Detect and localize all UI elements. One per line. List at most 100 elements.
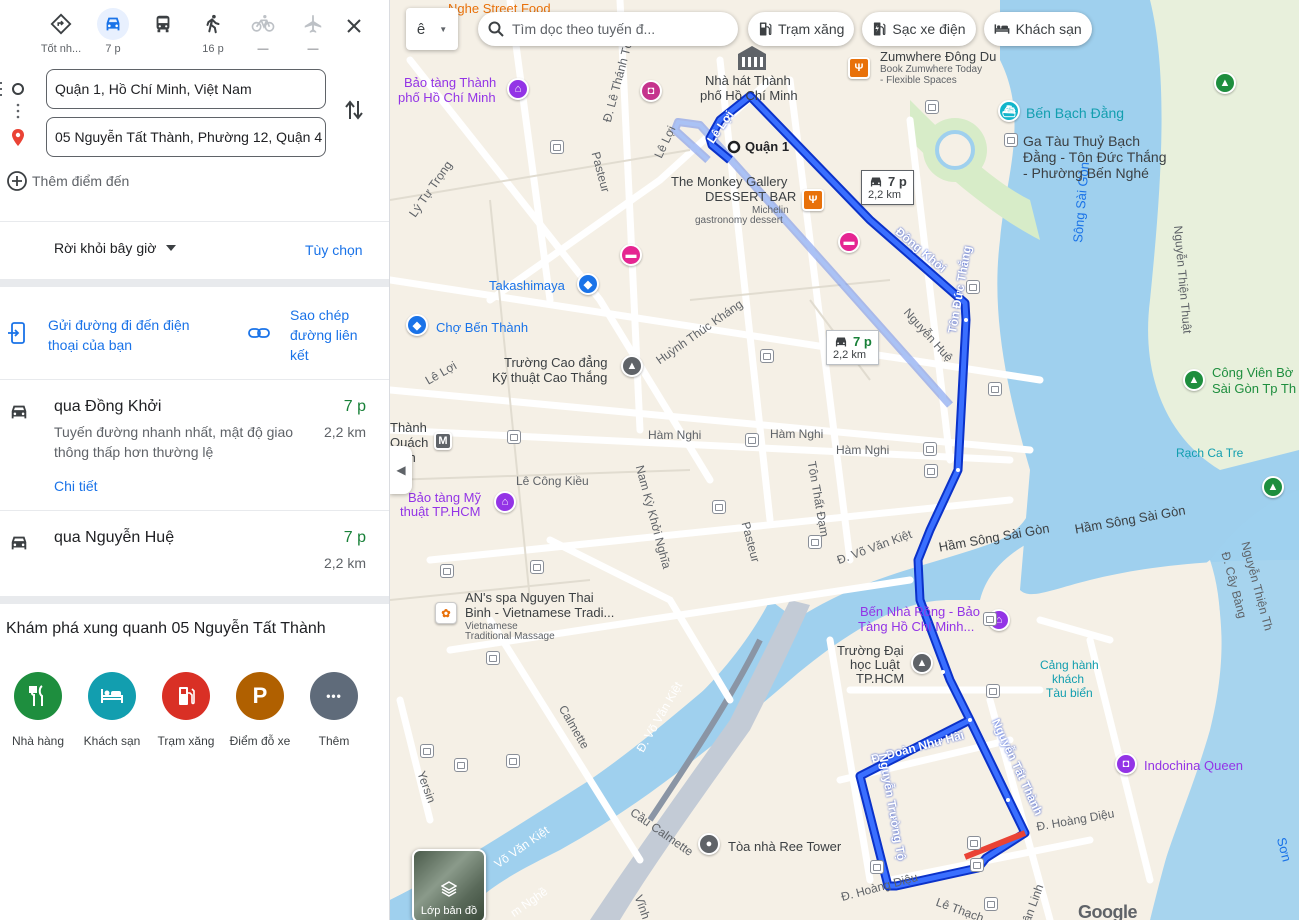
- building-icon[interactable]: ●: [698, 833, 720, 855]
- collapse-panel-button[interactable]: ◀: [390, 446, 412, 494]
- mode-transit[interactable]: [138, 8, 188, 43]
- bus-stop-icon[interactable]: [486, 651, 500, 665]
- bus-stop-icon[interactable]: [550, 140, 564, 154]
- bus-stop-icon[interactable]: [808, 535, 822, 549]
- metro-icon[interactable]: M: [434, 432, 452, 450]
- bus-stop-icon[interactable]: [454, 758, 468, 772]
- hotel-icon[interactable]: ▬: [838, 231, 860, 253]
- bus-stop-icon[interactable]: [966, 280, 980, 294]
- restaurant-icon[interactable]: Ψ: [848, 57, 870, 79]
- depart-time-dropdown[interactable]: Rời khỏi bây giờ: [54, 240, 177, 256]
- museum-icon[interactable]: ⌂: [494, 491, 516, 513]
- bus-stop-icon[interactable]: [924, 464, 938, 478]
- divider: [0, 221, 389, 222]
- park-icon[interactable]: ▲: [1183, 369, 1205, 391]
- category-label: Khách sạn: [83, 734, 141, 748]
- poi-sub-label: - Flexible Spaces: [880, 75, 957, 86]
- school-icon[interactable]: ▲: [911, 652, 933, 674]
- poi-label: Bến Bạch Đằng: [1026, 105, 1125, 121]
- route-distance: 2,2 km: [323, 555, 366, 571]
- origin-field[interactable]: Quận 1, Hồ Chí Minh, Việt Nam: [46, 69, 326, 109]
- bus-stop-icon[interactable]: [970, 858, 984, 872]
- shopping-icon[interactable]: ◆: [577, 273, 599, 295]
- category-restaurant[interactable]: Nhà hàng: [1, 672, 75, 748]
- bus-stop-icon[interactable]: [986, 684, 1000, 698]
- origin-label: Quận 1: [745, 139, 790, 154]
- chevron-down-icon: [166, 245, 177, 251]
- callout-distance: 2,2 km: [833, 349, 867, 361]
- spa-thumbnail-icon[interactable]: ✿: [435, 602, 457, 624]
- category-hotel[interactable]: Khách sạn: [75, 672, 149, 748]
- photo-spot-icon[interactable]: ◘: [1115, 753, 1137, 775]
- park-icon[interactable]: ▲: [1262, 476, 1284, 498]
- bus-stop-icon[interactable]: [923, 442, 937, 456]
- restaurant-icon[interactable]: Ψ: [802, 189, 824, 211]
- bus-stop-icon[interactable]: [988, 382, 1002, 396]
- options-link[interactable]: Tùy chọn: [305, 242, 363, 258]
- mode-drive[interactable]: 7 p: [88, 8, 138, 55]
- layers-button[interactable]: Lớp bản đồ: [412, 849, 486, 920]
- mode-flight[interactable]: —: [288, 8, 338, 55]
- poi-sub-label: Book Zumwhere Today: [880, 64, 983, 75]
- route-option-nguyen-hue[interactable]: qua Nguyễn Huệ 7 p 2,2 km: [0, 529, 389, 589]
- map-search-chips: Tìm dọc theo tuyến đ... Trạm xăng Sạc xe…: [478, 12, 1100, 46]
- poi-label: Bảo tàng Thành: [404, 75, 497, 90]
- add-destination-button[interactable]: Thêm điểm đến: [6, 171, 129, 191]
- language-toggle-button[interactable]: ê ▼: [406, 8, 458, 50]
- swap-button[interactable]: [342, 98, 366, 122]
- bicycle-icon: [247, 8, 279, 40]
- bus-stop-icon[interactable]: [745, 433, 759, 447]
- bus-stop-icon[interactable]: [712, 500, 726, 514]
- bus-stop-icon[interactable]: [440, 564, 454, 578]
- drag-handle-icon[interactable]: [0, 82, 4, 96]
- poi-label: Trường Cao đẳng: [504, 355, 608, 370]
- bus-stop-icon[interactable]: [1004, 133, 1018, 147]
- park-icon[interactable]: ▲: [1214, 72, 1236, 94]
- bus-stop-icon[interactable]: [925, 100, 939, 114]
- mode-best[interactable]: Tốt nh...: [36, 8, 86, 55]
- route-time-callout[interactable]: 7 p 2,2 km: [861, 170, 914, 205]
- route-details-link[interactable]: Chi tiết: [54, 478, 98, 494]
- best-route-icon: [45, 8, 77, 40]
- bus-stop-icon[interactable]: [530, 560, 544, 574]
- category-parking[interactable]: P Điểm đỗ xe: [223, 672, 297, 748]
- destination-field[interactable]: 05 Nguyễn Tất Thành, Phường 12, Quận 4: [46, 117, 326, 157]
- map-canvas[interactable]: Đồng Khởi Tôn Đức Thắng Nguyễn Huệ Huỳnh…: [390, 0, 1299, 920]
- bus-stop-icon[interactable]: [870, 860, 884, 874]
- mode-walk[interactable]: 16 p: [188, 8, 238, 55]
- bus-stop-icon[interactable]: [507, 430, 521, 444]
- car-icon: [870, 177, 882, 186]
- opera-house-icon[interactable]: [734, 42, 770, 72]
- bus-stop-icon[interactable]: [983, 612, 997, 626]
- route-option-dong-khoi[interactable]: qua Đồng Khởi 7 p 2,2 km Tuyến đường nha…: [0, 398, 389, 508]
- gas-station-icon: [759, 22, 772, 36]
- museum-icon[interactable]: ⌂: [507, 78, 529, 100]
- callout-time: 7 p: [888, 174, 907, 189]
- car-icon: [11, 405, 27, 419]
- bus-stop-icon[interactable]: [506, 754, 520, 768]
- route-time-callout[interactable]: 7 p 2,2 km: [826, 330, 879, 365]
- bus-stop-icon[interactable]: [984, 897, 998, 911]
- route-time: 7 p: [343, 398, 366, 415]
- category-gas[interactable]: Trạm xăng: [149, 672, 223, 748]
- send-to-phone-icon: [8, 322, 25, 344]
- copy-link-button[interactable]: Sao chép đường liên kết: [248, 305, 378, 365]
- bus-stop-icon[interactable]: [760, 349, 774, 363]
- search-along-route-input[interactable]: Tìm dọc theo tuyến đ...: [478, 12, 738, 46]
- bus-stop-icon[interactable]: [967, 836, 981, 850]
- hotel-icon[interactable]: ▬: [620, 244, 642, 266]
- close-directions-button[interactable]: [340, 12, 368, 40]
- chip-gas-station[interactable]: Trạm xăng: [748, 12, 855, 46]
- mode-bike[interactable]: —: [238, 8, 288, 55]
- bus-stop-icon[interactable]: [420, 744, 434, 758]
- chip-hotel[interactable]: Khách sạn: [983, 12, 1092, 46]
- photo-spot-icon[interactable]: ◘: [640, 80, 662, 102]
- poi-label: Bến Nhà Rồng - Bảo: [860, 604, 980, 619]
- category-more[interactable]: ••• Thêm: [297, 672, 371, 748]
- school-icon[interactable]: ▲: [621, 355, 643, 377]
- shopping-cart-icon[interactable]: ◆: [406, 314, 428, 336]
- chip-ev-charging[interactable]: Sạc xe điện: [862, 12, 976, 46]
- ferry-icon[interactable]: ⛴: [998, 100, 1020, 122]
- send-to-phone-button[interactable]: Gửi đường đi đến điện thoại của bạn: [8, 315, 228, 355]
- chevron-left-icon: ◀: [396, 463, 406, 477]
